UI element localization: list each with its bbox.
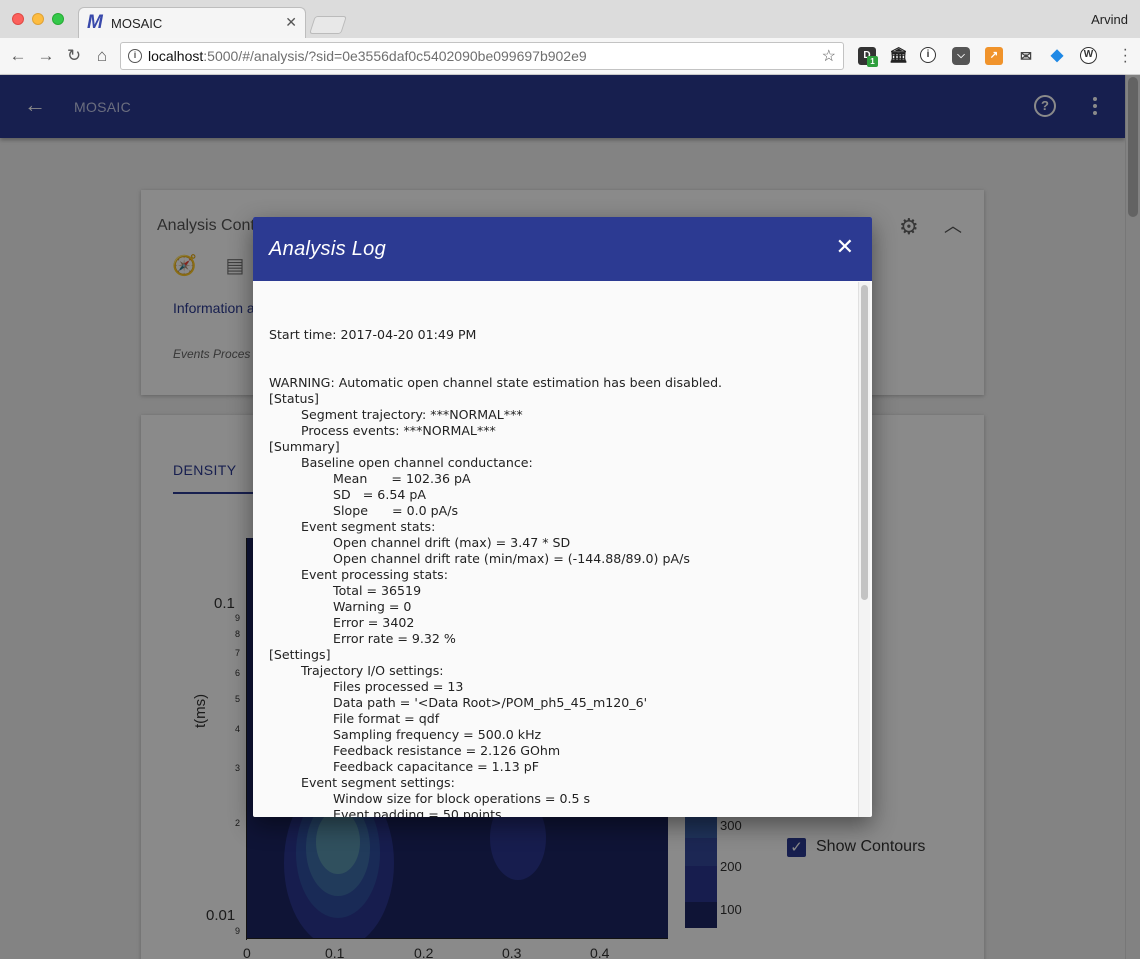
address-bar[interactable]: i localhost:5000/#/analysis/?sid=0e3556d… — [120, 42, 844, 70]
tab-title: MOSAIC — [111, 16, 163, 31]
dialog-title: Analysis Log — [269, 238, 386, 260]
log-line: Open channel drift rate (min/max) = (-14… — [269, 551, 690, 566]
log-line: [Settings] — [269, 647, 331, 662]
dialog-scrollbar[interactable] — [858, 282, 870, 817]
log-line: Feedback capacitance = 1.13 pF — [269, 759, 539, 774]
log-line: Process events: ***NORMAL*** — [269, 423, 496, 438]
log-line: Error = 3402 — [269, 615, 415, 630]
log-line: Mean = 102.36 pA — [269, 471, 471, 486]
log-line: Trajectory I/O settings: — [269, 663, 444, 678]
window-minimize-button[interactable] — [32, 13, 44, 25]
log-line: [Summary] — [269, 439, 340, 454]
log-line: File format = qdf — [269, 711, 440, 726]
log-line: Event segment settings: — [269, 775, 455, 790]
extension-w-icon[interactable]: W — [1080, 47, 1097, 64]
extension-dropbox-icon[interactable]: ◆ — [1048, 47, 1066, 65]
extension-bank-icon[interactable]: 🏛 — [889, 47, 908, 65]
log-line: Error rate = 9.32 % — [269, 631, 456, 646]
log-line: Files processed = 13 — [269, 679, 464, 694]
extension-pocket-icon[interactable]: ⌵ — [952, 47, 970, 65]
dialog-scrollbar-thumb[interactable] — [861, 285, 868, 600]
browser-tab-bar: M MOSAIC ✕ Arvind — [0, 0, 1140, 38]
log-text: Start time: 2017-04-20 01:49 PM WARNING: … — [269, 327, 722, 817]
extension-chart-icon[interactable]: ↗ — [985, 47, 1003, 65]
extension-mail-icon[interactable]: ✉ — [1017, 47, 1035, 65]
tab-close-icon[interactable]: ✕ — [285, 14, 297, 31]
browser-menu-icon[interactable]: · · · — [1123, 42, 1128, 70]
close-icon[interactable]: ✕ — [836, 236, 854, 258]
browser-toolbar: ← → ↻ ⌂ i localhost:5000/#/analysis/?sid… — [0, 38, 1140, 75]
forward-arrow-icon[interactable]: → — [35, 45, 57, 67]
profile-name[interactable]: Arvind — [1091, 12, 1128, 27]
log-line: [Status] — [269, 391, 319, 406]
mosaic-favicon-icon: M — [87, 12, 103, 33]
window-close-button[interactable] — [12, 13, 24, 25]
log-line: Window size for block operations = 0.5 s — [269, 791, 591, 806]
analysis-log-dialog: Analysis Log ✕ Start time: 2017-04-20 01… — [253, 217, 872, 817]
home-icon[interactable]: ⌂ — [91, 45, 113, 67]
browser-tab[interactable]: M MOSAIC ✕ — [78, 7, 306, 38]
url-text[interactable]: localhost:5000/#/analysis/?sid=0e3556daf… — [148, 48, 587, 64]
analysis-log-content[interactable]: Start time: 2017-04-20 01:49 PM WARNING: … — [253, 281, 872, 817]
window-zoom-button[interactable] — [52, 13, 64, 25]
bookmark-star-icon[interactable]: ☆ — [822, 46, 836, 66]
log-line: Sampling frequency = 500.0 kHz — [269, 727, 542, 742]
extension-info-icon[interactable]: i — [920, 47, 936, 63]
log-line: WARNING: Automatic open channel state es… — [269, 375, 723, 390]
log-line: Slope = 0.0 pA/s — [269, 503, 459, 518]
log-line: Baseline open channel conductance: — [269, 455, 533, 470]
log-line: Event padding = 50 points — [269, 807, 502, 817]
back-arrow-icon[interactable]: ← — [7, 45, 29, 67]
new-tab-button[interactable] — [309, 16, 347, 34]
log-line: Total = 36519 — [269, 583, 422, 598]
log-line: Open channel drift (max) = 3.47 * SD — [269, 535, 571, 550]
log-line: Event processing stats: — [269, 567, 448, 582]
log-line: Data path = '<Data Root>/POM_ph5_45_m120… — [269, 695, 648, 710]
dialog-header: Analysis Log ✕ — [253, 217, 872, 281]
log-line: Start time: 2017-04-20 01:49 PM — [269, 327, 477, 342]
log-line: Segment trajectory: ***NORMAL*** — [269, 407, 523, 422]
info-icon[interactable]: i — [128, 49, 142, 63]
extension-badge: 1 — [867, 56, 878, 67]
reload-icon[interactable]: ↻ — [63, 45, 85, 67]
log-line: SD = 6.54 pA — [269, 487, 426, 502]
log-line: Warning = 0 — [269, 599, 412, 614]
log-line: Feedback resistance = 2.126 GOhm — [269, 743, 561, 758]
log-line: Event segment stats: — [269, 519, 436, 534]
